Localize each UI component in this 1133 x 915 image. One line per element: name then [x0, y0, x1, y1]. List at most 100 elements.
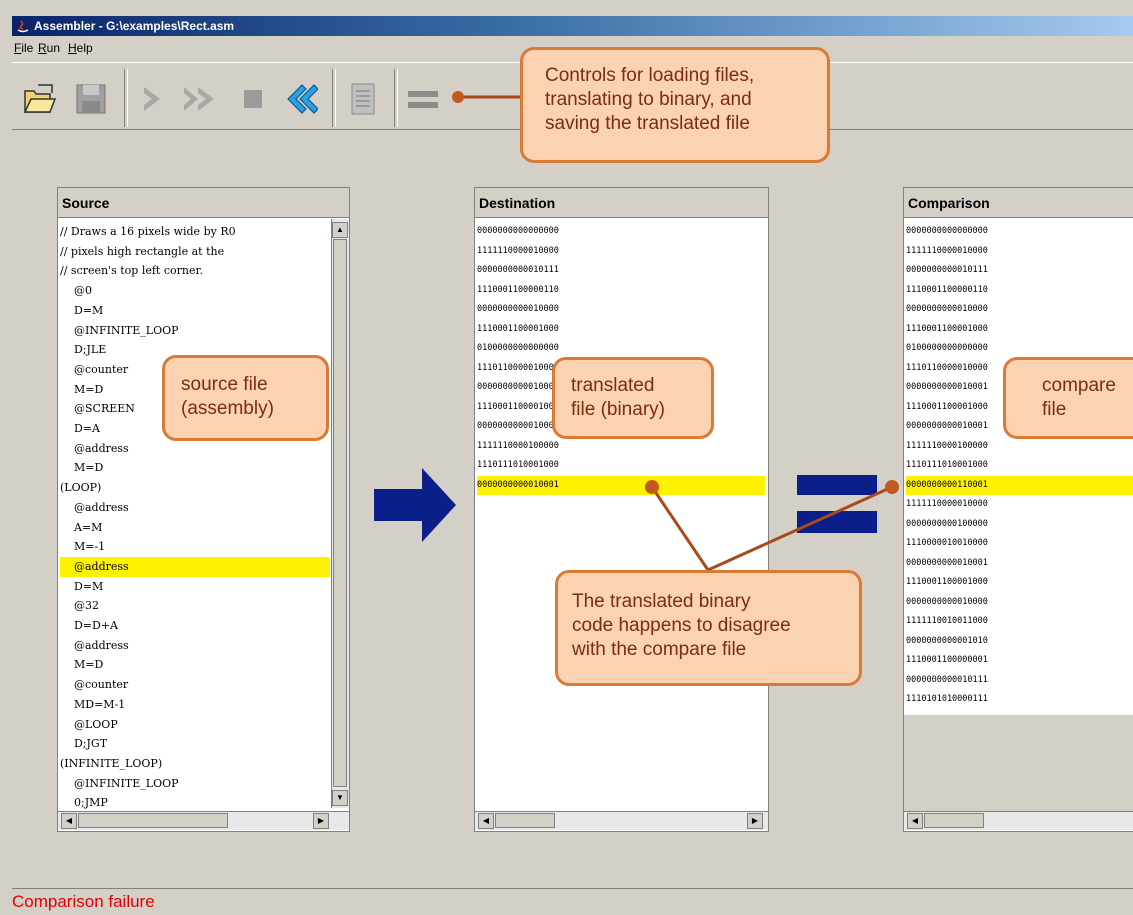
destination-line[interactable]: 0000000000010001: [477, 475, 765, 495]
source-header: Source: [58, 188, 349, 218]
load-file-icon[interactable]: [22, 81, 56, 117]
source-line[interactable]: D=M: [60, 577, 330, 597]
comparison-line[interactable]: 1110001100001000: [906, 320, 1133, 340]
comparison-hscroll-thumb[interactable]: [924, 813, 984, 828]
callout-controls-line: saving the translated file: [545, 113, 750, 134]
source-panel: Source // Draws a 16 pixels wide by R0//…: [57, 187, 350, 832]
toolbar-separator: [394, 69, 398, 127]
comparison-line[interactable]: 0000000000010000: [906, 300, 1133, 320]
callout-translated-line: translated: [571, 375, 655, 396]
comparison-empty-area: [904, 715, 1133, 811]
scroll-left-icon[interactable]: ◀: [61, 813, 77, 829]
comparison-line[interactable]: 0000000000010001: [906, 554, 1133, 574]
source-line[interactable]: @counter: [60, 675, 330, 695]
stop-icon[interactable]: [236, 81, 270, 117]
destination-line[interactable]: 0000000000000000: [477, 222, 765, 242]
source-line[interactable]: MD=M-1: [60, 695, 330, 715]
destination-hscroll-thumb[interactable]: [495, 813, 555, 828]
load-compare-file-icon[interactable]: [346, 81, 380, 117]
compare-icon[interactable]: [406, 81, 440, 117]
source-vscroll-thumb[interactable]: [333, 239, 347, 787]
comparison-line[interactable]: 0000000000010111: [906, 671, 1133, 691]
source-line[interactable]: @LOOP: [60, 715, 330, 735]
comparison-line[interactable]: 1110001100001000: [906, 573, 1133, 593]
source-line[interactable]: @0: [60, 281, 330, 301]
scroll-left-icon[interactable]: ◀: [478, 813, 494, 829]
equals-top-bar-icon: [797, 475, 877, 495]
callout-controls-line: translating to binary, and: [545, 89, 752, 110]
scroll-right-icon[interactable]: ▶: [747, 813, 763, 829]
destination-header: Destination: [475, 188, 768, 218]
callout-source: source file (assembly): [162, 355, 329, 441]
source-line[interactable]: @INFINITE_LOOP: [60, 774, 330, 794]
menu-run[interactable]: Run: [38, 38, 60, 58]
source-line[interactable]: D=D+A: [60, 616, 330, 636]
callout-disagree-line: code happens to disagree: [572, 615, 791, 636]
source-line[interactable]: (INFINITE_LOOP): [60, 754, 330, 774]
destination-line[interactable]: 1111110000100000: [477, 437, 765, 457]
fast-forward-icon[interactable]: [182, 81, 216, 117]
rewind-icon[interactable]: [284, 81, 318, 117]
source-line[interactable]: @address: [60, 556, 330, 577]
source-line[interactable]: (LOOP): [60, 478, 330, 498]
comparison-panel: Comparison 0000000000000000 1111110000010…: [903, 187, 1133, 832]
status-bar: Comparison failure: [12, 888, 1133, 915]
source-line[interactable]: M=D: [60, 655, 330, 675]
comparison-line[interactable]: 1110111010001000: [906, 456, 1133, 476]
comparison-line[interactable]: 1110000010010000: [906, 534, 1133, 554]
callout-compare-line: compare: [1042, 375, 1116, 396]
comparison-line[interactable]: 1110101010000111: [906, 690, 1133, 710]
source-line[interactable]: @INFINITE_LOOP: [60, 321, 330, 341]
source-line[interactable]: @32: [60, 596, 330, 616]
comparison-line[interactable]: 0000000000100000: [906, 515, 1133, 535]
comparison-line[interactable]: 1110001100000110: [906, 281, 1133, 301]
save-file-icon[interactable]: [74, 81, 108, 117]
comparison-hscrollbar[interactable]: ◀: [904, 811, 1133, 830]
destination-line[interactable]: 0100000000000000: [477, 339, 765, 359]
source-vscrollbar[interactable]: ▲ ▼: [331, 219, 349, 808]
destination-line[interactable]: 1110001100000110: [477, 281, 765, 301]
source-hscroll-thumb[interactable]: [78, 813, 228, 828]
comparison-line[interactable]: 0000000000010000: [906, 593, 1133, 613]
source-line[interactable]: @address: [60, 636, 330, 656]
source-hscrollbar[interactable]: ◀ ▶: [58, 811, 349, 830]
single-step-icon[interactable]: [136, 81, 170, 117]
comparison-line[interactable]: 0100000000000000: [906, 339, 1133, 359]
menu-help[interactable]: Help: [68, 38, 93, 58]
callout-disagree: The translated binary code happens to di…: [555, 570, 862, 686]
comparison-line[interactable]: 0000000000110001: [906, 475, 1133, 495]
source-line[interactable]: D=M: [60, 301, 330, 321]
source-line[interactable]: D;JGT: [60, 734, 330, 754]
source-line[interactable]: @address: [60, 498, 330, 518]
callout-source-line: source file: [181, 374, 268, 395]
source-line[interactable]: A=M: [60, 518, 330, 538]
comparison-line[interactable]: 1111110000010000: [906, 242, 1133, 262]
source-line[interactable]: // pixels high rectangle at the: [60, 242, 330, 262]
scroll-up-icon[interactable]: ▲: [332, 222, 348, 238]
comparison-line[interactable]: 0000000000000000: [906, 222, 1133, 242]
comparison-line[interactable]: 0000000000001010: [906, 632, 1133, 652]
destination-line[interactable]: 0000000000010111: [477, 261, 765, 281]
destination-hscrollbar[interactable]: ◀ ▶: [475, 811, 768, 830]
source-line[interactable]: @address: [60, 439, 330, 459]
comparison-line[interactable]: 1111110010011000: [906, 612, 1133, 632]
source-line[interactable]: M=D: [60, 458, 330, 478]
scroll-left-icon[interactable]: ◀: [907, 813, 923, 829]
comparison-line[interactable]: 1111110000100000: [906, 437, 1133, 457]
destination-line[interactable]: 1110001100001000: [477, 320, 765, 340]
source-line[interactable]: // Draws a 16 pixels wide by R0: [60, 222, 330, 242]
callout-compare: compare file: [1003, 357, 1133, 439]
destination-line[interactable]: 1111110000010000: [477, 242, 765, 262]
callout-disagree-line: with the compare file: [572, 639, 747, 660]
source-line[interactable]: // screen's top left corner.: [60, 261, 330, 281]
destination-line[interactable]: 1110111010001000: [477, 456, 765, 476]
menu-file[interactable]: File: [14, 38, 33, 58]
destination-line[interactable]: 0000000000010000: [477, 300, 765, 320]
scroll-right-icon[interactable]: ▶: [313, 813, 329, 829]
comparison-line[interactable]: 1111110000010000: [906, 495, 1133, 515]
scroll-down-icon[interactable]: ▼: [332, 790, 348, 806]
window-title: Assembler - G:\examples\Rect.asm: [34, 19, 235, 33]
comparison-line[interactable]: 0000000000010111: [906, 261, 1133, 281]
comparison-line[interactable]: 1110001100000001: [906, 651, 1133, 671]
source-line[interactable]: M=-1: [60, 537, 330, 557]
